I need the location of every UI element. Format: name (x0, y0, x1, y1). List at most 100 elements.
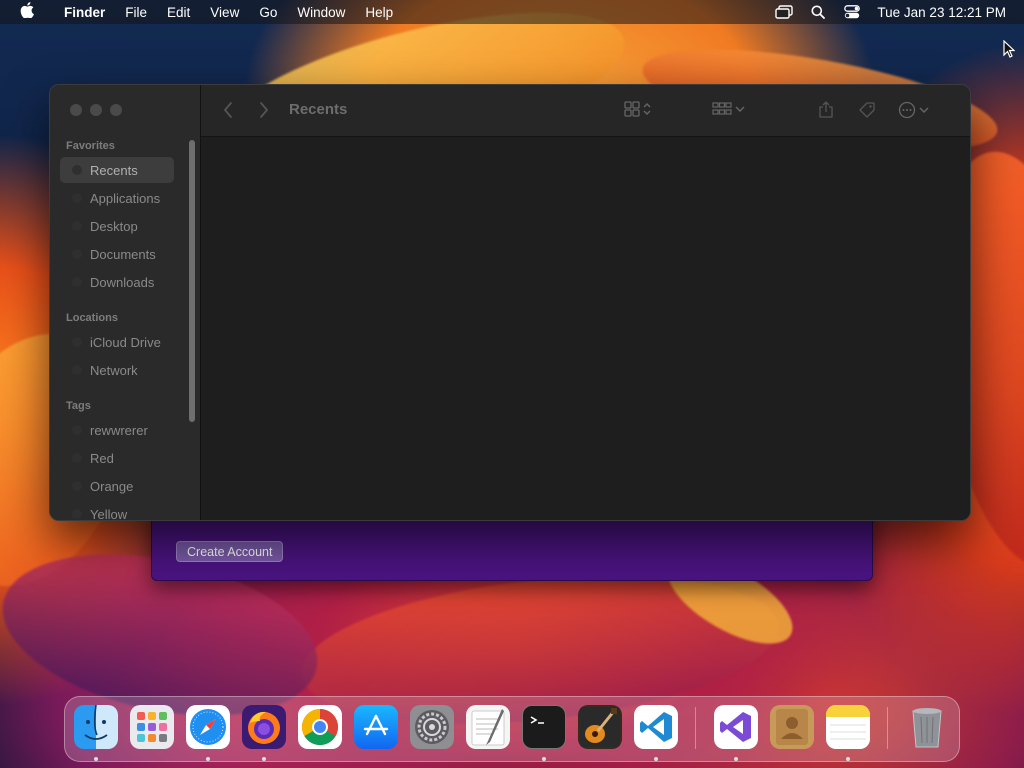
sidebar-header-locations: Locations (66, 312, 118, 324)
menu-file[interactable]: File (115, 5, 157, 20)
tag-dot-icon (72, 453, 82, 463)
tag-dot-icon (72, 509, 82, 519)
dock-app-visual-studio[interactable] (714, 705, 758, 749)
dock-app-chrome[interactable] (298, 705, 342, 749)
finder-content-area[interactable] (201, 137, 970, 520)
finder-sidebar: Favorites Recents Applications Desktop D… (50, 85, 201, 520)
dock-app-safari[interactable] (186, 705, 230, 749)
sidebar-item-label: Red (90, 450, 114, 466)
running-indicator (654, 757, 658, 761)
guitar-icon (580, 707, 620, 747)
menu-help[interactable]: Help (355, 5, 403, 20)
dock-app-launchpad[interactable] (130, 705, 174, 749)
gear-icon (415, 710, 449, 744)
screen-mirroring-icon[interactable] (767, 5, 801, 19)
visual-studio-icon (720, 712, 751, 742)
sidebar-header-favorites: Favorites (66, 140, 115, 152)
sidebar-tag-orange[interactable]: Orange (60, 473, 174, 499)
apple-menu-icon[interactable] (0, 2, 54, 22)
mouse-cursor-icon (1003, 39, 1016, 63)
app-store-icon (363, 714, 389, 736)
documents-icon (72, 249, 82, 259)
sidebar-tag-red[interactable]: Red (60, 445, 174, 471)
icon-grid-icon (624, 101, 640, 117)
trash-icon (912, 708, 942, 748)
downloads-icon (72, 277, 82, 287)
dock-app-system-settings[interactable] (410, 705, 454, 749)
chrome-icon (301, 709, 339, 746)
back-button[interactable] (223, 101, 233, 124)
sidebar-header-tags: Tags (66, 400, 91, 412)
menubar-clock[interactable]: Tue Jan 23 12:21 PM (869, 5, 1006, 20)
window-title: Recents (289, 101, 348, 118)
applications-icon (72, 193, 82, 203)
dock-app-contacts[interactable] (770, 705, 814, 749)
chevron-updown-icon (643, 103, 651, 115)
vscode-icon (640, 712, 672, 742)
firefox-icon (248, 711, 280, 744)
control-center-icon[interactable] (835, 5, 869, 19)
sidebar-item-label: Applications (90, 190, 161, 206)
dock-trash[interactable] (905, 705, 949, 749)
zoom-window-button[interactable] (110, 104, 122, 116)
running-indicator (734, 757, 738, 761)
group-by-button[interactable] (712, 101, 745, 117)
running-indicator (542, 757, 546, 761)
network-icon (72, 365, 82, 375)
dock-app-app-store[interactable] (354, 705, 398, 749)
create-account-button[interactable]: Create Account (176, 541, 284, 562)
action-menu-button[interactable] (898, 101, 929, 119)
sidebar-item-icloud-drive[interactable]: iCloud Drive (60, 329, 174, 355)
sidebar-item-desktop[interactable]: Desktop (60, 213, 174, 239)
menu-view[interactable]: View (200, 5, 249, 20)
sidebar-item-applications[interactable]: Applications (60, 185, 174, 211)
dock-app-firefox[interactable] (242, 705, 286, 749)
menu-bar: Finder File Edit View Go Window Help Tue… (0, 0, 1024, 24)
close-window-button[interactable] (70, 104, 82, 116)
menu-app-name[interactable]: Finder (54, 5, 115, 20)
sidebar-scrollbar[interactable] (189, 140, 195, 422)
spotlight-search-icon[interactable] (801, 5, 835, 19)
dock-app-finder[interactable] (74, 705, 118, 749)
running-indicator (206, 757, 210, 761)
sidebar-tag-rewwrerer[interactable]: rewwrerer (60, 417, 174, 443)
share-button[interactable] (818, 101, 834, 119)
menu-edit[interactable]: Edit (157, 5, 200, 20)
sidebar-item-downloads[interactable]: Downloads (60, 269, 174, 295)
sidebar-item-network[interactable]: Network (60, 357, 174, 383)
running-indicator (94, 757, 98, 761)
notes-icon (826, 705, 870, 740)
sidebar-item-label: rewwrerer (90, 422, 148, 438)
dock-app-notes[interactable] (826, 705, 870, 749)
menu-window[interactable]: Window (287, 5, 355, 20)
tag-icon (859, 102, 875, 118)
view-mode-button[interactable] (624, 101, 651, 117)
chevron-down-icon (735, 106, 745, 112)
menu-go[interactable]: Go (249, 5, 287, 20)
ellipsis-circle-icon (898, 101, 916, 119)
dock-app-textedit[interactable] (466, 705, 510, 749)
dock (64, 696, 960, 762)
dock-app-vscode[interactable] (634, 705, 678, 749)
forward-button[interactable] (259, 101, 269, 124)
dock-app-garageband[interactable] (578, 705, 622, 749)
sidebar-item-label: Recents (90, 162, 138, 178)
finder-window: Favorites Recents Applications Desktop D… (49, 84, 971, 521)
sidebar-item-label: Network (90, 362, 138, 378)
finder-toolbar: Recents (201, 85, 970, 137)
dock-app-terminal[interactable] (522, 705, 566, 749)
terminal-icon (530, 716, 544, 724)
running-indicator (846, 757, 850, 761)
dock-separator (695, 707, 696, 749)
tags-button[interactable] (858, 101, 876, 119)
share-icon (819, 101, 833, 118)
sidebar-item-recents[interactable]: Recents (60, 157, 174, 183)
sidebar-tag-yellow[interactable]: Yellow (60, 501, 174, 520)
sidebar-item-documents[interactable]: Documents (60, 241, 174, 267)
minimize-window-button[interactable] (90, 104, 102, 116)
tag-dot-icon (72, 481, 82, 491)
sidebar-item-label: Orange (90, 478, 134, 494)
group-icon (712, 102, 732, 115)
sidebar-item-label: Documents (90, 246, 156, 262)
finder-icon (84, 705, 108, 740)
